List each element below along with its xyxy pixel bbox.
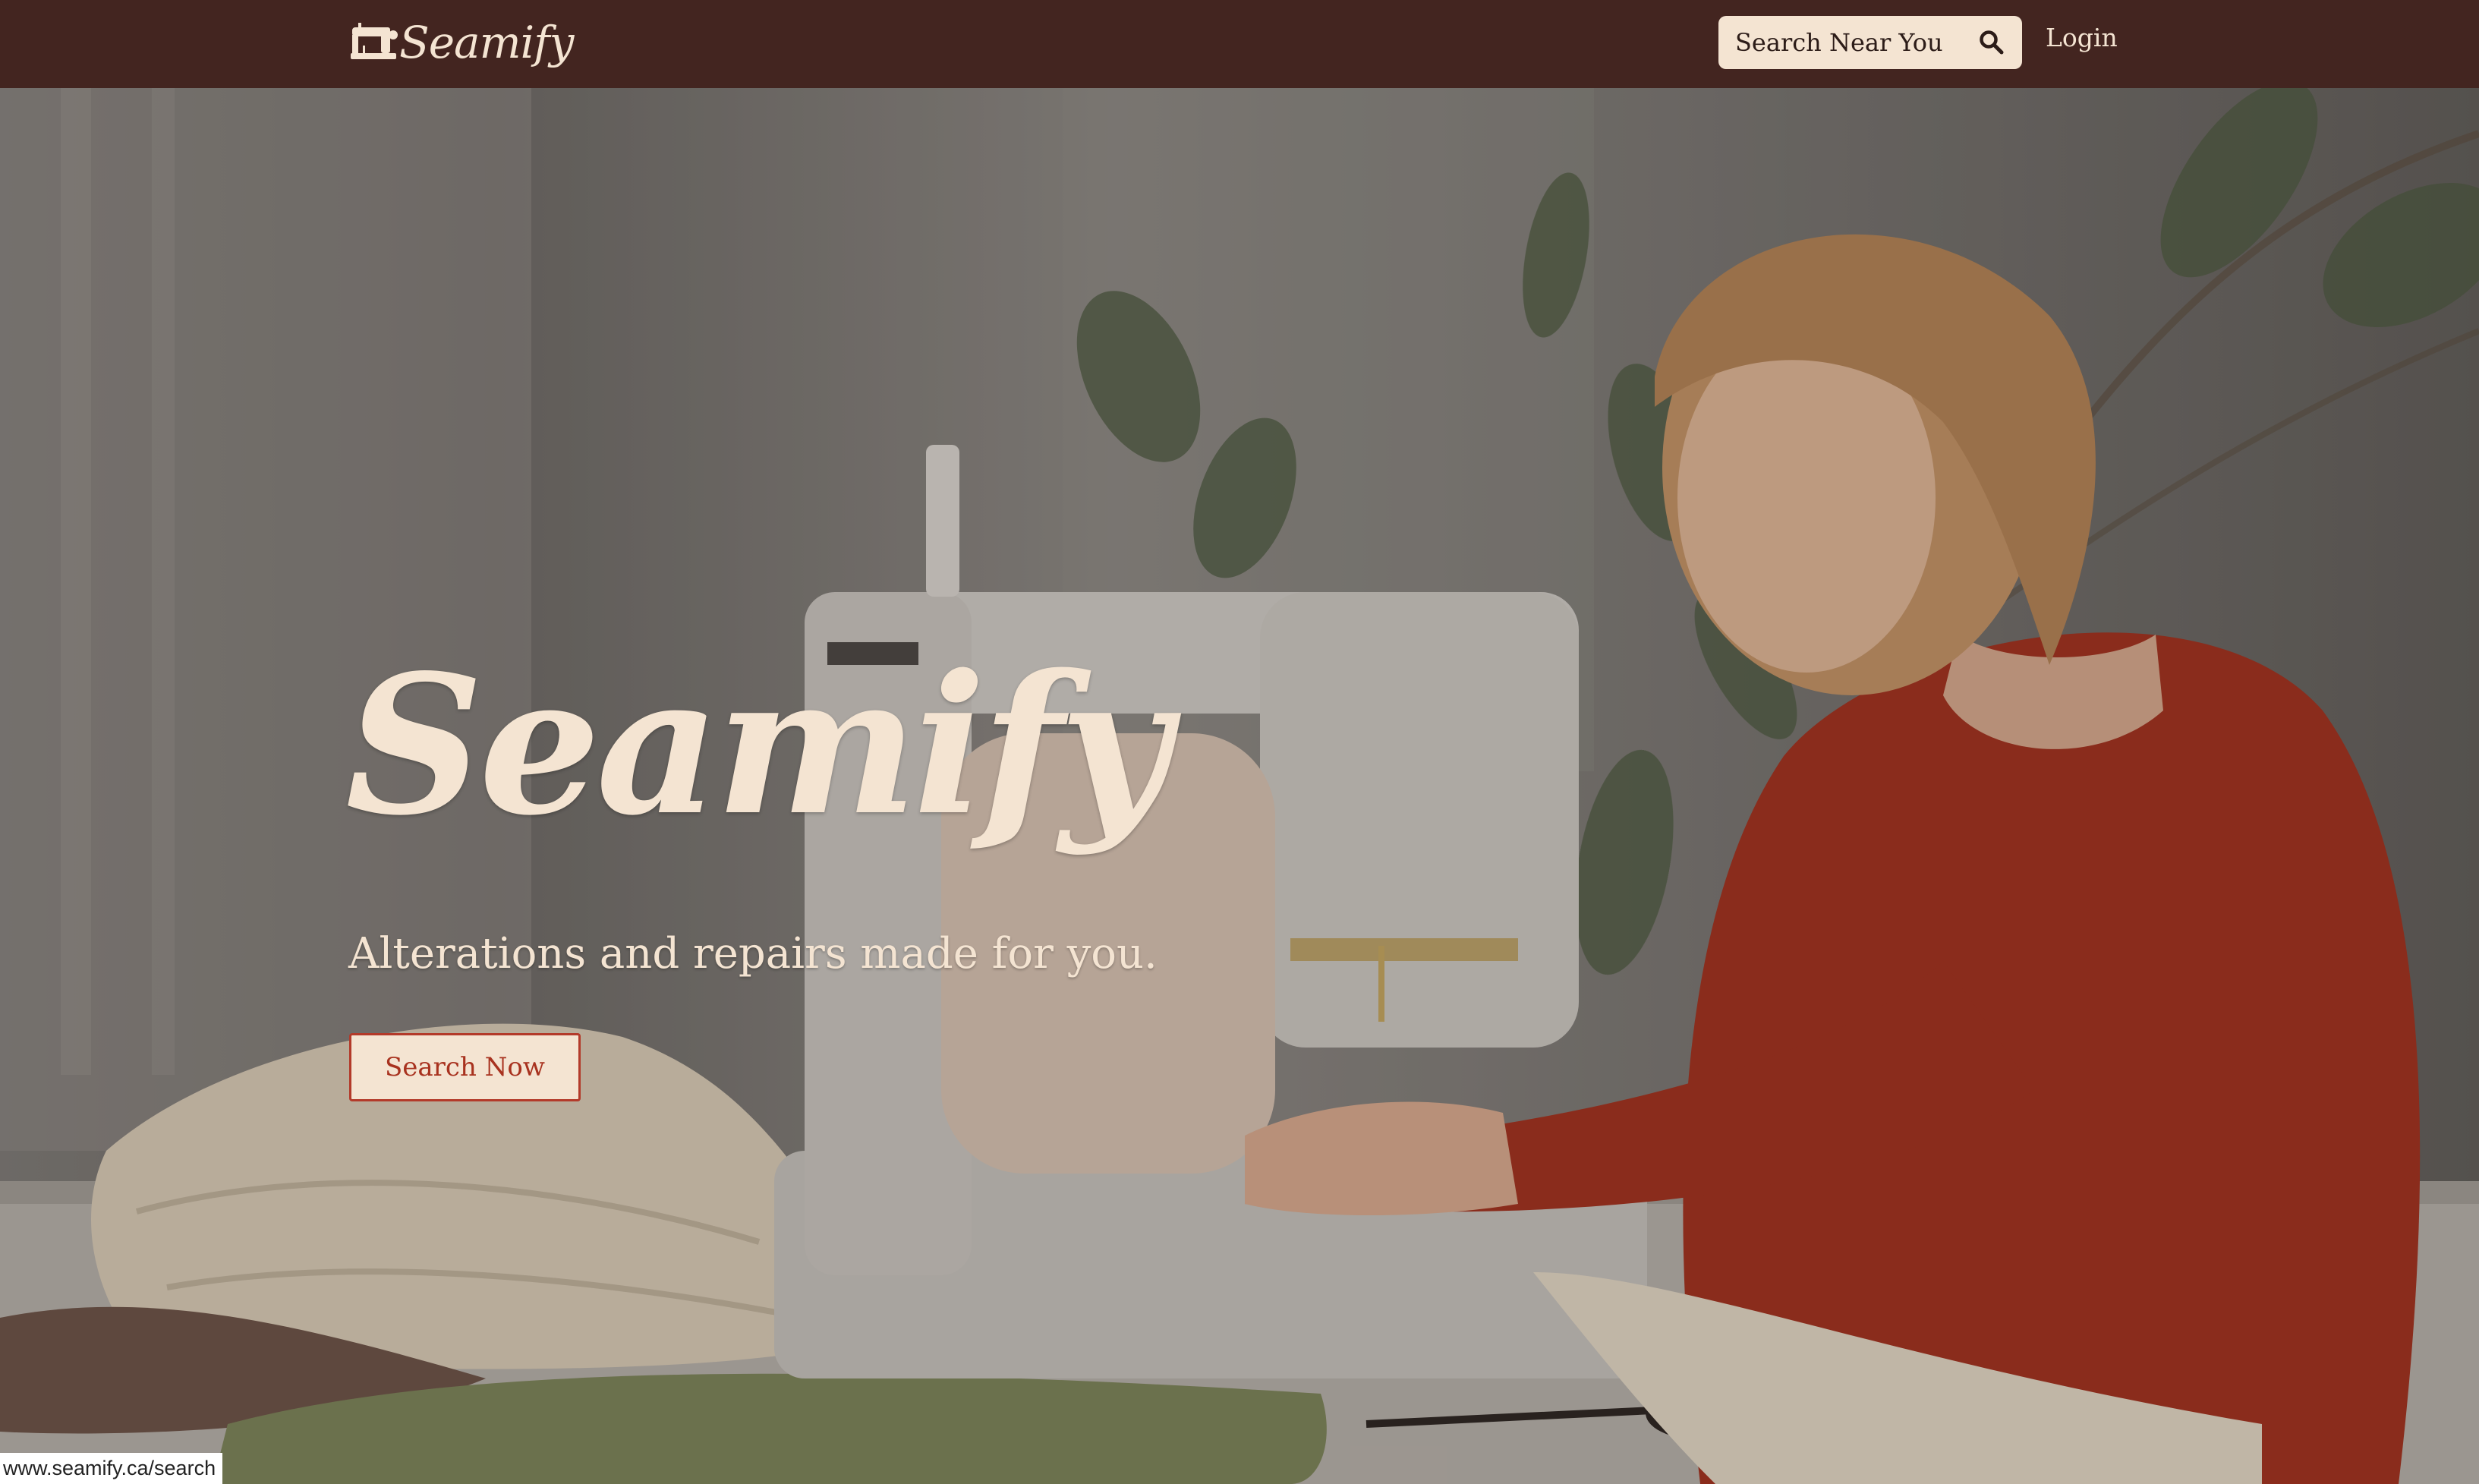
search-input[interactable]: [1718, 16, 1961, 69]
login-link[interactable]: Login: [2046, 23, 2118, 52]
hero-brand-title: Seamify: [345, 633, 1170, 858]
hero-tagline: Alterations and repairs made for you.: [348, 929, 1158, 978]
search-now-button[interactable]: Search Now: [349, 1033, 581, 1101]
site-logo[interactable]: Seamify: [348, 11, 574, 74]
top-navbar: Seamify Login: [0, 0, 2479, 88]
logo-wordmark: Seamify: [399, 17, 574, 68]
status-bar-url: www.seamify.ca/search: [0, 1453, 223, 1484]
search-bar: [1718, 16, 2022, 69]
hero-section: Seamify Alterations and repairs made for…: [0, 88, 2479, 1484]
search-icon[interactable]: [1978, 29, 2005, 56]
sewing-machine-icon: [351, 23, 398, 59]
